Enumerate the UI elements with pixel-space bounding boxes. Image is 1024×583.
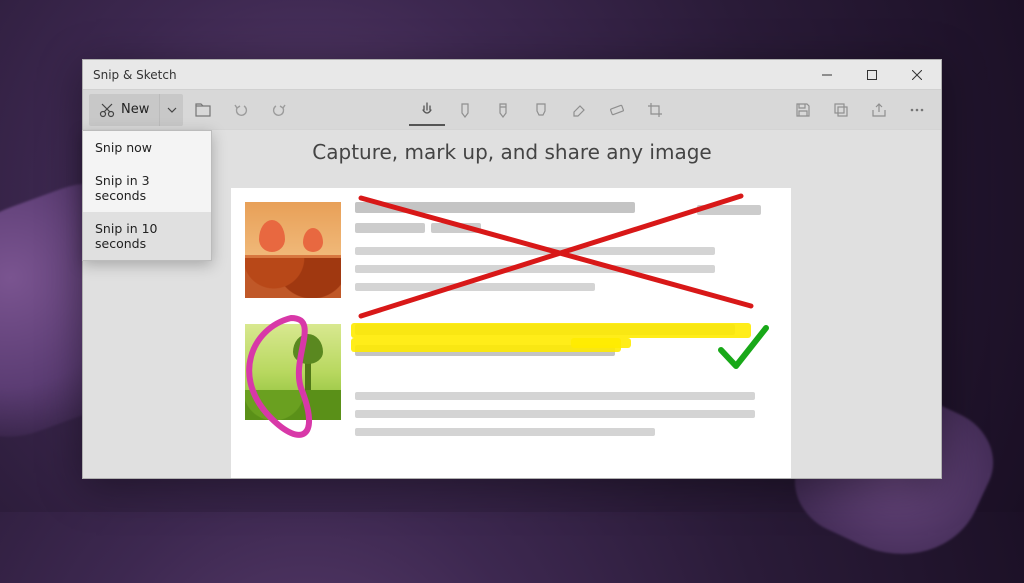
dropdown-item-snip-3s[interactable]: Snip in 3 seconds bbox=[83, 164, 211, 212]
new-snip-button[interactable]: New bbox=[89, 94, 183, 126]
chevron-down-icon bbox=[167, 105, 177, 115]
app-window: Snip & Sketch New bbox=[82, 59, 942, 479]
copy-icon bbox=[832, 101, 850, 119]
maximize-button[interactable] bbox=[849, 60, 894, 90]
new-button-label: New bbox=[121, 102, 149, 117]
more-icon bbox=[908, 101, 926, 119]
copy-button[interactable] bbox=[823, 94, 859, 126]
crop-button[interactable] bbox=[637, 94, 673, 126]
thumbnail-balloons bbox=[245, 202, 341, 298]
ruler-button[interactable] bbox=[599, 94, 635, 126]
crop-icon bbox=[646, 101, 664, 119]
touch-icon bbox=[418, 100, 436, 118]
undo-icon bbox=[232, 101, 250, 119]
touch-writing-button[interactable] bbox=[409, 94, 445, 126]
new-snip-dropdown: Snip now Snip in 3 seconds Snip in 10 se… bbox=[82, 130, 212, 261]
highlight-annotation bbox=[351, 323, 751, 338]
sample-image bbox=[231, 188, 791, 478]
highlighter-button[interactable] bbox=[523, 94, 559, 126]
share-icon bbox=[870, 101, 888, 119]
pen-icon bbox=[456, 101, 474, 119]
window-title: Snip & Sketch bbox=[93, 68, 177, 82]
more-button[interactable] bbox=[899, 94, 935, 126]
undo-button[interactable] bbox=[223, 94, 259, 126]
redo-icon bbox=[270, 101, 288, 119]
dropdown-item-snip-now[interactable]: Snip now bbox=[83, 131, 211, 164]
open-file-button[interactable] bbox=[185, 94, 221, 126]
save-button[interactable] bbox=[785, 94, 821, 126]
minimize-button[interactable] bbox=[804, 60, 849, 90]
pencil-icon bbox=[494, 101, 512, 119]
eraser-icon bbox=[570, 101, 588, 119]
eraser-button[interactable] bbox=[561, 94, 597, 126]
dropdown-item-snip-10s[interactable]: Snip in 10 seconds bbox=[83, 212, 211, 260]
new-dropdown-toggle[interactable] bbox=[159, 94, 183, 126]
ruler-icon bbox=[608, 101, 626, 119]
ballpoint-pen-button[interactable] bbox=[447, 94, 483, 126]
scissors-icon bbox=[99, 102, 115, 118]
redo-button[interactable] bbox=[261, 94, 297, 126]
highlighter-icon bbox=[532, 101, 550, 119]
share-button[interactable] bbox=[861, 94, 897, 126]
placeholder-text-3 bbox=[355, 392, 755, 446]
close-button[interactable] bbox=[894, 60, 939, 90]
placeholder-text-1 bbox=[355, 202, 715, 301]
titlebar: Snip & Sketch bbox=[83, 60, 941, 90]
toolbar: New bbox=[83, 90, 941, 130]
highlight-annotation bbox=[571, 338, 631, 348]
save-icon bbox=[794, 101, 812, 119]
folder-icon bbox=[194, 101, 212, 119]
pencil-button[interactable] bbox=[485, 94, 521, 126]
thumbnail-landscape bbox=[245, 324, 341, 420]
